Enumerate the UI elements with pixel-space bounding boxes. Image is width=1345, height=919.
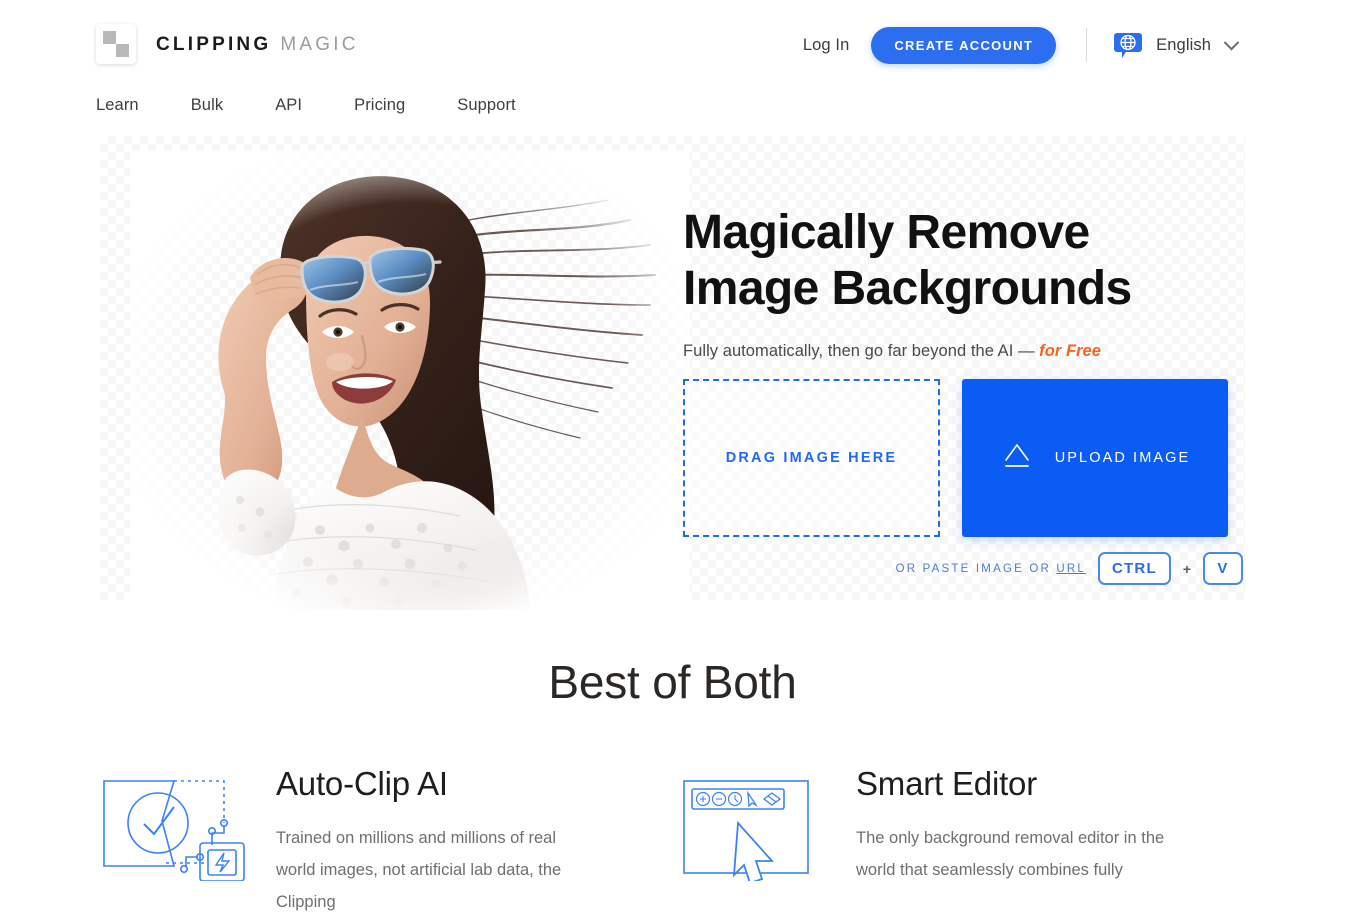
upload-arrow-icon bbox=[1000, 439, 1034, 477]
hero-subline: Fully automatically, then go far beyond … bbox=[683, 342, 1243, 361]
features-row: Auto-Clip AI Trained on millions and mil… bbox=[96, 765, 1256, 919]
smart-editor-icon bbox=[676, 765, 856, 919]
page-title: Magically Remove Image Backgrounds bbox=[683, 205, 1243, 316]
nav-item-support[interactable]: Support bbox=[457, 92, 516, 119]
feature-smart-editor: Smart Editor The only background removal… bbox=[676, 765, 1256, 919]
chevron-down-icon bbox=[1223, 34, 1240, 50]
logo-text-strong: CLIPPING bbox=[156, 33, 272, 55]
header-actions: Log In CREATE ACCOUNT English bbox=[803, 26, 1240, 64]
login-link[interactable]: Log In bbox=[803, 36, 849, 55]
nav-item-learn[interactable]: Learn bbox=[96, 92, 139, 119]
headline-line-2: Image Backgrounds bbox=[683, 261, 1132, 315]
logo-text: CLIPPING MAGIC bbox=[156, 35, 359, 54]
nav-item-bulk[interactable]: Bulk bbox=[191, 92, 224, 119]
key-v[interactable]: V bbox=[1203, 552, 1243, 585]
checkerboard-logo-icon bbox=[96, 24, 136, 64]
paste-hint-prefix: OR PASTE IMAGE OR bbox=[895, 562, 1057, 575]
feature-auto-clip-ai: Auto-Clip AI Trained on millions and mil… bbox=[96, 765, 676, 919]
feature-auto-clip-ai-title: Auto-Clip AI bbox=[276, 765, 448, 802]
nav-item-pricing[interactable]: Pricing bbox=[354, 92, 405, 119]
logo-text-light: MAGIC bbox=[280, 33, 359, 55]
feature-auto-clip-ai-desc: Trained on millions and millions of real… bbox=[276, 829, 562, 912]
key-plus-separator: + bbox=[1182, 560, 1191, 577]
feature-smart-editor-desc: The only background removal editor in th… bbox=[856, 829, 1165, 880]
header-divider bbox=[1086, 28, 1088, 62]
nav-item-api[interactable]: API bbox=[275, 92, 302, 119]
upload-image-button[interactable]: UPLOAD IMAGE bbox=[962, 379, 1228, 537]
feature-smart-editor-title: Smart Editor bbox=[856, 765, 1037, 802]
feature-smart-editor-body: Smart Editor The only background removal… bbox=[856, 765, 1176, 919]
main-nav: Learn Bulk API Pricing Support bbox=[96, 92, 516, 119]
language-label: English bbox=[1156, 35, 1211, 54]
auto-clip-ai-icon bbox=[96, 765, 276, 919]
headline-line-1: Magically Remove bbox=[683, 206, 1090, 259]
hero-subline-highlight: for Free bbox=[1039, 342, 1102, 361]
upload-image-label: UPLOAD IMAGE bbox=[1054, 450, 1191, 466]
paste-url-link[interactable]: URL bbox=[1056, 563, 1086, 575]
dropzone-label: DRAG IMAGE HERE bbox=[725, 450, 898, 466]
drag-image-dropzone[interactable]: DRAG IMAGE HERE bbox=[683, 379, 940, 537]
paste-hint-text: OR PASTE IMAGE OR URL bbox=[896, 563, 1086, 575]
feature-auto-clip-ai-body: Auto-Clip AI Trained on millions and mil… bbox=[276, 765, 596, 919]
hero-subline-prefix: Fully automatically, then go far beyond … bbox=[683, 342, 1040, 361]
paste-hint-row: OR PASTE IMAGE OR URL CTRL + V bbox=[683, 552, 1243, 585]
site-header: CLIPPING MAGIC Log In CREATE ACCOUNT Engl… bbox=[0, 0, 1345, 88]
language-selector[interactable]: English bbox=[1113, 30, 1240, 60]
upload-controls: DRAG IMAGE HERE UPLOAD IMAGE bbox=[683, 379, 1228, 537]
hero-copy: Magically Remove Image Backgrounds Fully… bbox=[683, 205, 1243, 361]
create-account-button[interactable]: CREATE ACCOUNT bbox=[871, 26, 1057, 64]
key-ctrl[interactable]: CTRL bbox=[1098, 552, 1171, 585]
logo[interactable]: CLIPPING MAGIC bbox=[96, 24, 359, 64]
best-of-both-title: Best of Both bbox=[548, 656, 797, 708]
globe-icon bbox=[1113, 30, 1143, 60]
